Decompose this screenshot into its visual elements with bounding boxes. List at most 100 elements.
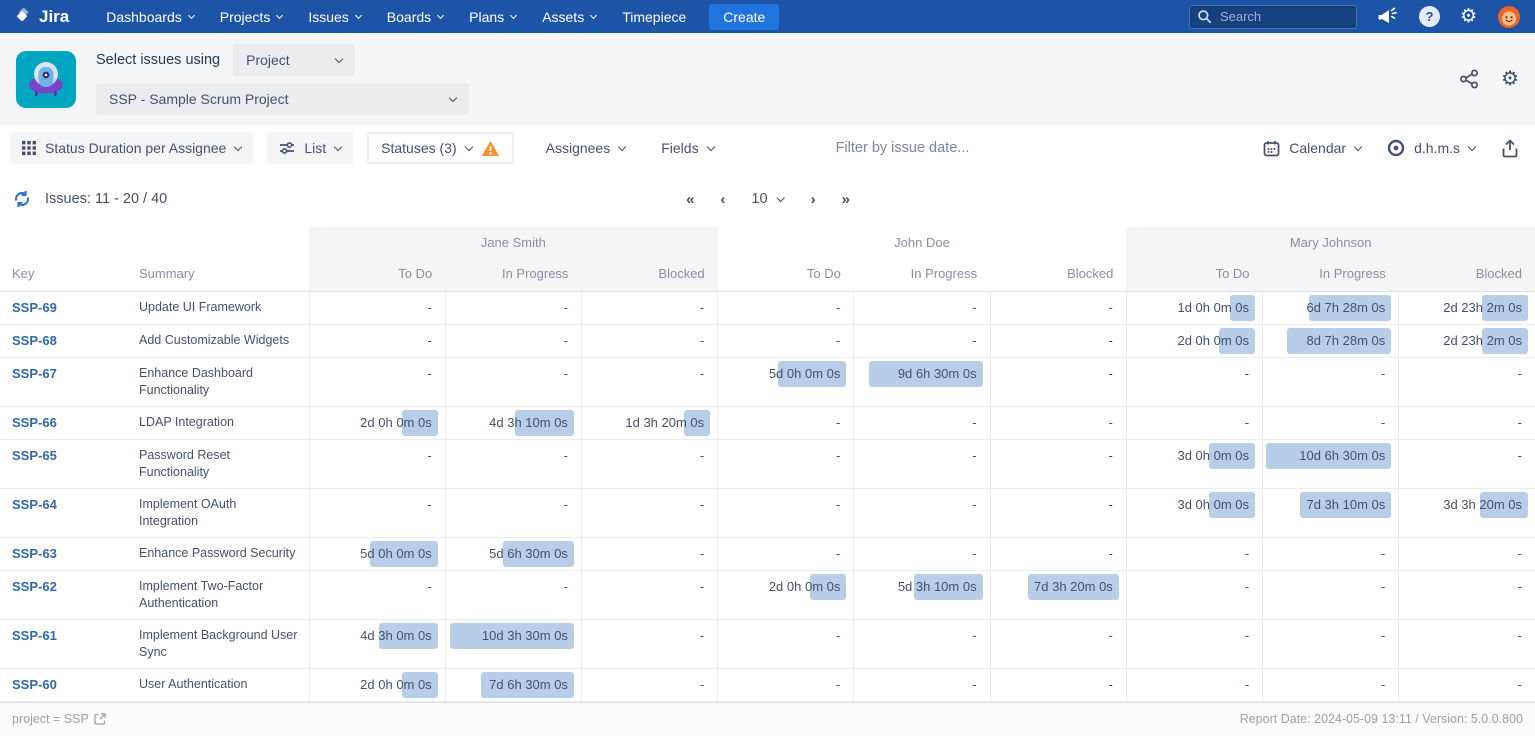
duration-cell: - xyxy=(718,488,854,537)
report-type-button[interactable]: Status Duration per Assignee xyxy=(10,132,253,164)
issue-key-link[interactable]: SSP-68 xyxy=(12,333,57,348)
duration-cell: - xyxy=(718,537,854,570)
jira-logo[interactable]: Jira xyxy=(14,7,69,27)
issue-key-link[interactable]: SSP-67 xyxy=(12,366,57,381)
duration-cell: 8d 7h 28m 0s xyxy=(1263,324,1399,357)
chevron-down-icon xyxy=(510,12,517,19)
duration-value: 2d 0h 0m 0s xyxy=(769,579,841,594)
help-icon[interactable]: ? xyxy=(1419,6,1440,27)
duration-value: 1d 3h 20m 0s xyxy=(625,415,704,430)
duration-value: 5d 0h 0m 0s xyxy=(769,366,841,381)
assignee-group-header: John Doe xyxy=(718,227,1127,257)
duration-empty: - xyxy=(1518,366,1522,381)
issue-key-link[interactable]: SSP-61 xyxy=(12,628,57,643)
nav-item-issues[interactable]: Issues xyxy=(295,0,373,33)
page-size-select[interactable]: 10 xyxy=(751,191,783,207)
issue-key-link[interactable]: SSP-62 xyxy=(12,579,57,594)
chevron-down-icon xyxy=(1468,143,1476,151)
gear-icon[interactable]: ⚙ xyxy=(1501,69,1519,89)
nav-item-assets[interactable]: Assets xyxy=(529,0,609,33)
export-icon[interactable] xyxy=(1501,139,1519,158)
calendar-type-button[interactable]: Calendar xyxy=(1263,140,1361,157)
issue-source-mode-select[interactable]: Project xyxy=(233,44,355,76)
search-input[interactable] xyxy=(1189,5,1357,29)
duration-cell: 4d 3h 10m 0s xyxy=(445,406,581,439)
create-button[interactable]: Create xyxy=(709,4,779,30)
duration-cell: - xyxy=(309,488,445,537)
nav-item-projects[interactable]: Projects xyxy=(207,0,296,33)
nav-item-boards[interactable]: Boards xyxy=(374,0,456,33)
warning-icon xyxy=(481,140,500,157)
report-toolbar: Status Duration per Assignee List Status… xyxy=(0,125,1535,171)
duration-cell: - xyxy=(990,406,1126,439)
duration-value: 4d 3h 0m 0s xyxy=(360,628,432,643)
jira-logo-icon xyxy=(14,8,32,26)
last-page-icon[interactable]: » xyxy=(842,191,849,208)
issue-key-link[interactable]: SSP-63 xyxy=(12,546,57,561)
duration-cell: - xyxy=(581,439,717,488)
key-column-header: Key xyxy=(0,257,135,291)
duration-cell: 3d 3h 20m 0s xyxy=(1399,488,1535,537)
duration-cell: - xyxy=(445,488,581,537)
duration-cell: 1d 3h 20m 0s xyxy=(581,406,717,439)
avatar[interactable] xyxy=(1497,5,1521,29)
duration-value: 2d 0h 0m 0s xyxy=(1177,333,1249,348)
issue-key-link[interactable]: SSP-65 xyxy=(12,448,57,463)
view-mode-button[interactable]: List xyxy=(267,132,353,164)
issue-key-link[interactable]: SSP-60 xyxy=(12,677,57,692)
duration-cell: 7d 3h 10m 0s xyxy=(1263,488,1399,537)
next-page-icon[interactable]: › xyxy=(811,191,815,208)
duration-empty: - xyxy=(1108,497,1112,512)
prev-page-icon[interactable]: ‹ xyxy=(720,191,724,208)
issue-date-filter-input[interactable] xyxy=(836,140,1046,156)
nav-item-timepiece[interactable]: Timepiece xyxy=(609,0,699,33)
duration-cell: - xyxy=(309,439,445,488)
issue-key-link[interactable]: SSP-66 xyxy=(12,415,57,430)
context-actions: ⚙ xyxy=(1459,69,1519,89)
duration-cell: - xyxy=(1126,570,1262,619)
duration-empty: - xyxy=(1381,366,1385,381)
duration-cell: - xyxy=(445,357,581,406)
first-page-icon[interactable]: « xyxy=(686,191,693,208)
duration-value: 5d 0h 0m 0s xyxy=(360,546,432,561)
issue-key-link[interactable]: SSP-64 xyxy=(12,497,57,512)
duration-empty: - xyxy=(972,497,976,512)
status-column-header: In Progress xyxy=(854,257,990,291)
toolbar-right: Calendar d.h.m.s xyxy=(1263,139,1525,158)
announcements-icon[interactable] xyxy=(1377,7,1399,27)
duration-cell: - xyxy=(990,619,1126,668)
duration-empty: - xyxy=(1245,628,1249,643)
duration-empty: - xyxy=(836,448,840,463)
statuses-filter-button[interactable]: Statuses (3) xyxy=(367,132,513,164)
issue-summary: Update UI Framework xyxy=(135,291,309,324)
issue-key-link[interactable]: SSP-69 xyxy=(12,300,57,315)
duration-cell: - xyxy=(445,291,581,324)
fields-button[interactable]: Fields xyxy=(661,140,713,156)
gear-icon[interactable]: ⚙ xyxy=(1460,7,1477,26)
duration-cell: - xyxy=(1126,406,1262,439)
nav-item-dashboards[interactable]: Dashboards xyxy=(93,0,207,33)
duration-cell: - xyxy=(581,324,717,357)
duration-empty: - xyxy=(1245,415,1249,430)
jql-query-link[interactable]: project = SSP xyxy=(12,712,106,726)
chevron-down-icon xyxy=(776,194,784,202)
duration-empty: - xyxy=(1381,546,1385,561)
duration-empty: - xyxy=(700,628,704,643)
project-select[interactable]: SSP - Sample Scrum Project xyxy=(96,83,469,115)
share-icon[interactable] xyxy=(1459,69,1479,89)
external-link-icon xyxy=(94,713,106,725)
table-row: SSP-60User Authentication2d 0h 0m 0s7d 6… xyxy=(0,668,1535,701)
time-format-button[interactable]: d.h.m.s xyxy=(1387,139,1475,157)
refresh-icon[interactable] xyxy=(12,189,32,209)
table-header-columns: KeySummaryTo DoIn ProgressBlockedTo DoIn… xyxy=(0,257,1535,291)
duration-cell: - xyxy=(1126,537,1262,570)
duration-value: 9d 6h 30m 0s xyxy=(898,366,977,381)
nav-item-plans[interactable]: Plans xyxy=(456,0,529,33)
assignees-filter-button[interactable]: Assignees xyxy=(546,140,626,156)
duration-cell: 3d 0h 0m 0s xyxy=(1126,439,1262,488)
app-icon xyxy=(16,51,76,108)
duration-empty: - xyxy=(1381,415,1385,430)
duration-cell: - xyxy=(990,488,1126,537)
issue-summary: Enhance Dashboard Functionality xyxy=(135,357,309,406)
chevron-down-icon xyxy=(334,143,342,151)
